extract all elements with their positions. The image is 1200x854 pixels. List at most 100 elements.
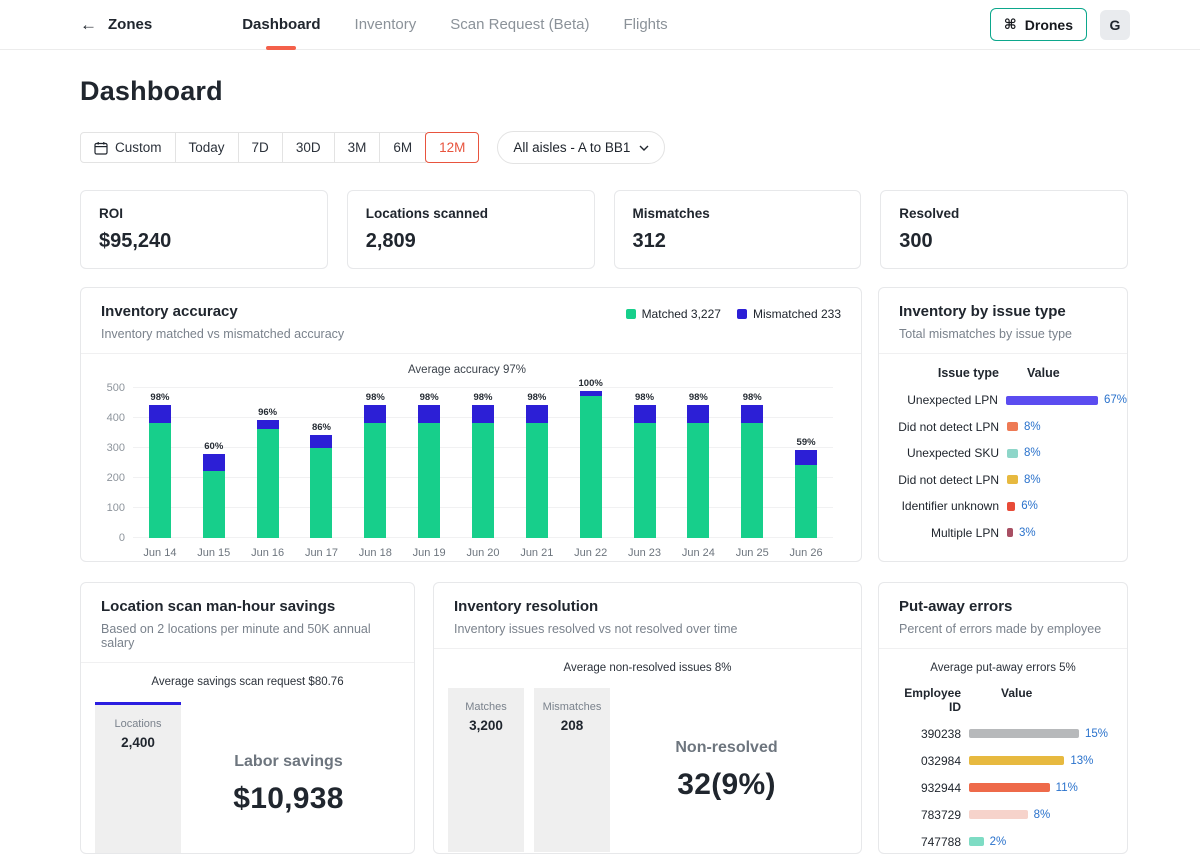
x-axis-tick-label: Jun 17 xyxy=(295,547,349,559)
kpi-label: ROI xyxy=(99,206,309,221)
bar-stack[interactable] xyxy=(203,454,225,538)
legend-swatch xyxy=(626,309,636,319)
bar-stack[interactable] xyxy=(310,435,332,539)
range-label: Today xyxy=(189,140,225,155)
aisle-selector-dropdown[interactable]: All aisles - A to BB1 xyxy=(497,131,665,164)
bar-percent-label: 96% xyxy=(258,407,277,418)
tab-label: Flights xyxy=(624,16,668,33)
bar-percent-label: 98% xyxy=(473,392,492,403)
resolution-visual: Matches 3,200 Mismatches 208 Non-resolve… xyxy=(448,688,843,852)
putaway-value-bar xyxy=(969,783,1050,792)
y-axis-tick-label: 200 xyxy=(95,472,125,484)
matched-segment xyxy=(687,423,709,539)
bar-percent-label: 98% xyxy=(743,392,762,403)
matched-segment xyxy=(741,423,763,539)
bar-stack[interactable] xyxy=(634,405,656,539)
range-6m-button[interactable]: 6M xyxy=(379,132,426,163)
tab-label: Inventory xyxy=(355,16,417,33)
bar-stack[interactable] xyxy=(526,405,548,539)
bar-group-jun-17[interactable]: 86% xyxy=(295,388,349,538)
matched-segment xyxy=(310,448,332,538)
chevron-down-icon xyxy=(639,145,649,151)
legend-item: Mismatched 233 xyxy=(737,307,841,321)
command-icon: ⌘ xyxy=(1004,16,1017,33)
bar-group-jun-16[interactable]: 96% xyxy=(241,388,295,538)
card-title: Location scan man-hour savings xyxy=(101,598,394,615)
bar-stack[interactable] xyxy=(795,450,817,539)
tab-label: Scan Request (Beta) xyxy=(450,16,589,33)
putaway-row: 39023815% xyxy=(879,720,1127,747)
kpi-label: Mismatches xyxy=(633,206,843,221)
drones-button[interactable]: ⌘ Drones xyxy=(990,8,1087,41)
employee-id: 390238 xyxy=(899,727,961,741)
range-12m-button-selected[interactable]: 12M xyxy=(425,132,479,163)
tab-flights[interactable]: Flights xyxy=(624,0,668,50)
tab-scan-request[interactable]: Scan Request (Beta) xyxy=(450,0,589,50)
bar-stack[interactable] xyxy=(257,420,279,539)
x-axis-tick-label: Jun 23 xyxy=(618,547,672,559)
range-today-button[interactable]: Today xyxy=(175,132,239,163)
tab-inventory[interactable]: Inventory xyxy=(355,0,417,50)
range-label: 30D xyxy=(296,140,321,155)
bar-group-jun-15[interactable]: 60% xyxy=(187,388,241,538)
x-axis-labels: Jun 14Jun 15Jun 16Jun 17Jun 18Jun 19Jun … xyxy=(133,547,833,559)
bar-group-jun-26[interactable]: 59% xyxy=(779,388,833,538)
back-label: Zones xyxy=(108,16,152,33)
bar-stack[interactable] xyxy=(580,391,602,538)
kpi-value: 2,809 xyxy=(366,230,576,253)
block-label: Locations xyxy=(114,718,161,730)
average-savings-label: Average savings scan request $80.76 xyxy=(81,676,414,688)
bar-group-jun-21[interactable]: 98% xyxy=(510,388,564,538)
y-axis-tick-label: 100 xyxy=(95,502,125,514)
bar-group-jun-14[interactable]: 98% xyxy=(133,388,187,538)
locations-block: Locations 2,400 xyxy=(95,702,181,854)
tab-dashboard[interactable]: Dashboard xyxy=(242,0,320,50)
issue-type-label: Multiple LPN xyxy=(895,526,999,540)
putaway-value-bar xyxy=(969,756,1064,765)
issue-type-label: Unexpected LPN xyxy=(895,393,998,407)
matched-segment xyxy=(418,423,440,539)
range-label: 12M xyxy=(439,140,465,155)
labor-savings-summary: Labor savings $10,938 xyxy=(181,702,396,854)
legend-label: Mismatched 233 xyxy=(753,307,841,321)
block-value: 208 xyxy=(561,718,584,733)
bar-stack[interactable] xyxy=(418,405,440,539)
bar-group-jun-23[interactable]: 98% xyxy=(618,388,672,538)
issue-table-header: Issue type Value xyxy=(879,354,1127,387)
issue-type-label: Did not detect LPN xyxy=(895,420,999,434)
x-axis-tick-label: Jun 15 xyxy=(187,547,241,559)
card-subtitle: Total mismatches by issue type xyxy=(899,327,1107,341)
bar-stack[interactable] xyxy=(149,405,171,539)
bar-group-jun-18[interactable]: 98% xyxy=(348,388,402,538)
average-nonresolved-label: Average non-resolved issues 8% xyxy=(434,662,861,674)
bar-stack[interactable] xyxy=(741,405,763,539)
issue-row: Identifier unknown6% xyxy=(879,493,1127,520)
bar-group-jun-25[interactable]: 98% xyxy=(725,388,779,538)
range-label: 3M xyxy=(348,140,367,155)
bottom-row: Location scan man-hour savings Based on … xyxy=(80,582,1128,854)
range-3m-button[interactable]: 3M xyxy=(334,132,381,163)
back-to-zones-button[interactable]: ← Zones xyxy=(80,16,152,33)
x-axis-tick-label: Jun 18 xyxy=(348,547,402,559)
kpi-label: Locations scanned xyxy=(366,206,576,221)
range-custom-button[interactable]: Custom xyxy=(80,132,176,163)
block-label: Matches xyxy=(465,701,507,713)
bar-percent-label: 98% xyxy=(150,392,169,403)
bar-group-jun-22[interactable]: 100% xyxy=(564,388,618,538)
range-30d-button[interactable]: 30D xyxy=(282,132,335,163)
bar-group-jun-19[interactable]: 98% xyxy=(402,388,456,538)
x-axis-tick-label: Jun 20 xyxy=(456,547,510,559)
bar-stack[interactable] xyxy=(472,405,494,539)
bar-group-jun-24[interactable]: 98% xyxy=(671,388,725,538)
chart-legend: Matched 3,227Mismatched 233 xyxy=(626,307,841,321)
range-7d-button[interactable]: 7D xyxy=(238,132,283,163)
user-avatar[interactable]: G xyxy=(1100,10,1130,40)
bar-stack[interactable] xyxy=(687,405,709,539)
bar-group-jun-20[interactable]: 98% xyxy=(456,388,510,538)
bar-percent-label: 100% xyxy=(579,378,603,389)
matched-segment xyxy=(526,423,548,539)
bar-stack[interactable] xyxy=(364,405,386,539)
matched-segment xyxy=(634,423,656,539)
issue-row: Multiple LPN3% xyxy=(879,520,1127,547)
issue-value-percent: 67% xyxy=(1104,394,1127,406)
